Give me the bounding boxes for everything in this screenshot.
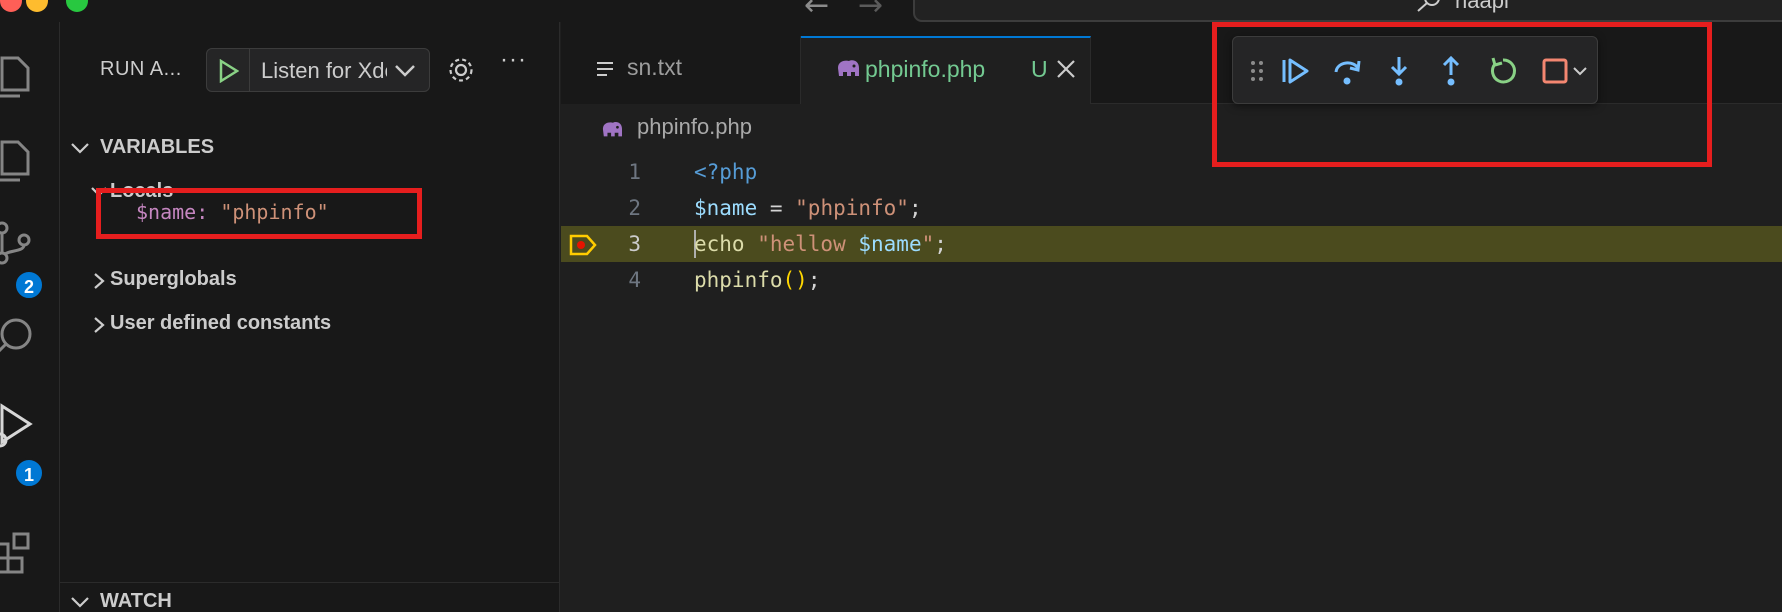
activity-bar: 2 1 (0, 22, 60, 612)
code-semicolon: ; (908, 196, 922, 220)
variables-section-header[interactable]: VARIABLES (60, 134, 560, 164)
code-line: 4 phpinfo(); (561, 262, 1782, 298)
search-icon (1417, 0, 1440, 12)
code-operator: = (757, 196, 796, 220)
extensions-icon[interactable] (0, 530, 36, 578)
search-icon[interactable] (0, 314, 36, 362)
back-arrow-icon[interactable]: ← (804, 0, 829, 23)
code-string-close: " (921, 232, 935, 256)
chevron-right-icon (94, 273, 105, 289)
close-window-button[interactable] (0, 0, 22, 12)
text-file-icon (597, 62, 613, 76)
php-elephant-icon (602, 122, 622, 137)
php-elephant-icon (838, 60, 859, 76)
breadcrumb-file: phpinfo.php (637, 114, 752, 139)
minimize-window-button[interactable] (26, 0, 48, 12)
code-semicolon: ; (807, 268, 821, 292)
close-icon[interactable] (1055, 58, 1077, 80)
code-parens: () (782, 268, 808, 292)
sidebar-title: RUN A... (100, 58, 182, 80)
explorer-icon[interactable] (0, 50, 36, 98)
tab-label: phpinfo.php (865, 56, 986, 82)
watch-section-title: WATCH (100, 590, 172, 612)
current-execution-line: 3 echo "hellow $name"; (561, 226, 1782, 262)
code-interpolated-variable: $name (858, 232, 922, 256)
chevron-down-icon (71, 597, 89, 608)
zoom-window-button[interactable] (66, 0, 88, 12)
variables-section-title: VARIABLES (100, 136, 215, 158)
line-number: 1 (628, 160, 641, 184)
watch-divider (60, 582, 560, 583)
tab-phpinfo-php[interactable]: phpinfo.php U (801, 36, 1091, 104)
command-center-search[interactable]: naapi (913, 0, 1782, 22)
code-string: "hellow (744, 232, 859, 256)
variable-highlight-box (96, 188, 422, 239)
command-center-text: naapi (1455, 0, 1509, 13)
code-keyword: echo (694, 232, 745, 256)
chevron-down-icon (71, 143, 89, 154)
code-string: "phpinfo" (795, 196, 909, 220)
run-debug-sidebar: RUN A... Listen for Xdebug ··· VARIABLES… (60, 22, 560, 612)
gear-icon[interactable] (446, 55, 476, 85)
user-constants-label: User defined constants (110, 312, 332, 334)
chevron-right-icon (94, 317, 105, 333)
run-debug-badge: 1 (14, 458, 44, 488)
start-debugging-icon[interactable] (217, 59, 239, 83)
forward-arrow-icon[interactable]: → (858, 0, 883, 23)
tab-sn-txt[interactable]: sn.txt (561, 36, 801, 104)
debug-toolbar-highlight-box (1212, 22, 1712, 167)
untracked-status: U (1031, 56, 1048, 82)
line-number: 3 (628, 232, 641, 256)
title-bar: ← → naapi (0, 0, 1782, 23)
php-open-tag: <?php (694, 160, 758, 184)
code-semicolon: ; (934, 232, 947, 256)
launch-config-select[interactable]: Listen for Xdebug (206, 48, 430, 92)
watch-section-header[interactable]: WATCH (60, 588, 560, 612)
launch-config-label: Listen for Xdebug (261, 58, 387, 83)
superglobals-label: Superglobals (110, 268, 237, 290)
code-function: phpinfo (694, 268, 783, 292)
chevron-down-icon[interactable] (393, 61, 417, 79)
run-debug-icon[interactable] (0, 400, 36, 448)
source-control-icon[interactable] (0, 218, 36, 266)
launch-divider (249, 49, 250, 91)
line-number: 4 (628, 268, 641, 292)
source-control-badge: 2 (14, 270, 44, 300)
line-number: 2 (628, 196, 641, 220)
code-variable: $name (694, 196, 758, 220)
code-line: 2 $name = "phpinfo"; (561, 190, 1782, 226)
more-actions-icon[interactable]: ··· (500, 46, 527, 74)
tab-label: sn.txt (627, 54, 682, 80)
files-icon[interactable] (0, 134, 36, 182)
